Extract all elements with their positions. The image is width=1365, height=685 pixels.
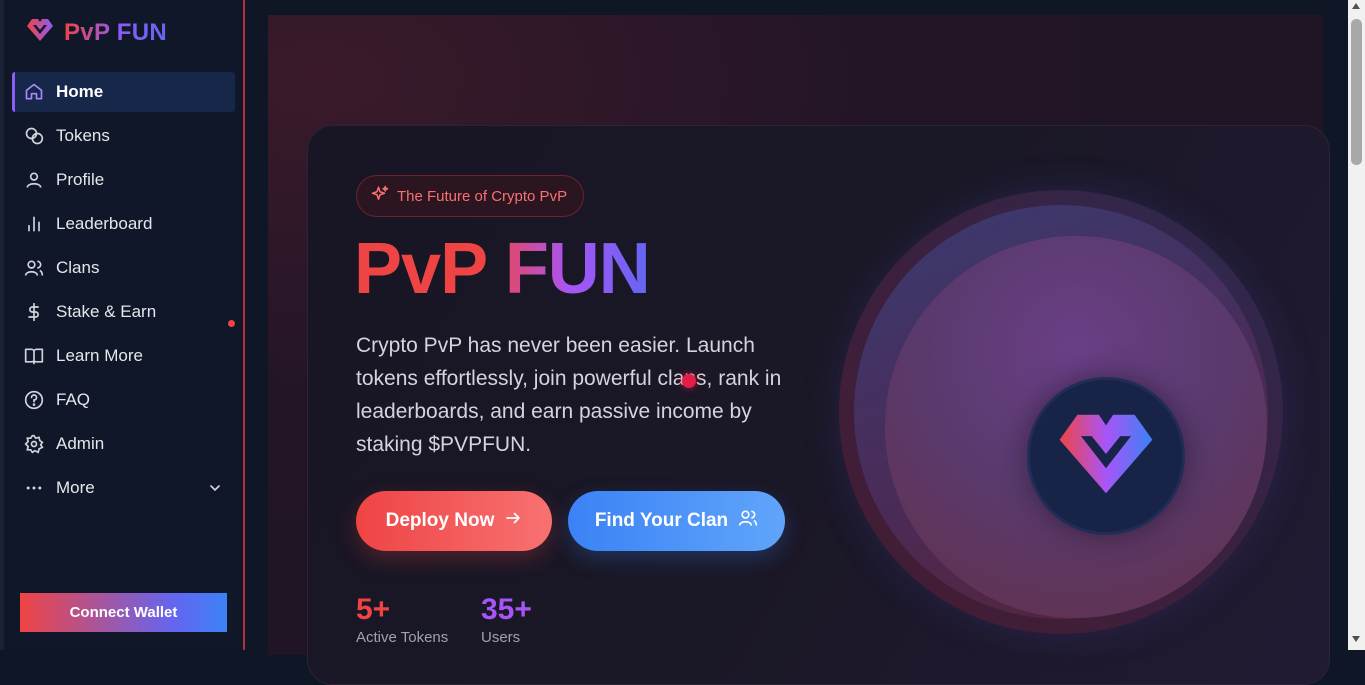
sidebar-item-label: Learn More <box>56 346 143 365</box>
chevron-down-icon[interactable] <box>207 480 223 501</box>
home-icon <box>24 82 44 102</box>
tagline-text: The Future of Crypto PvP <box>397 187 568 205</box>
sidebar-item-label: Home <box>56 82 104 101</box>
brand-name: PvP FUN <box>64 18 168 46</box>
sidebar-item-label: Leaderboard <box>56 214 153 233</box>
sidebar-item-label: Stake & Earn <box>56 302 157 321</box>
stat-users: 35+ Users <box>481 593 532 646</box>
scrollbar[interactable] <box>1348 0 1365 650</box>
main-content: The Future of Crypto PvP PvP FUN Crypto … <box>245 0 1348 685</box>
hero-title-part1: PvP <box>354 229 487 309</box>
sidebar-item-label: More <box>56 478 95 497</box>
pvp-heart-logo-icon <box>1041 404 1171 509</box>
sidebar-nav: Home Tokens Profile Leaderboard Clans St… <box>12 72 235 512</box>
dollar-icon <box>24 302 44 322</box>
scroll-down-arrow-icon[interactable] <box>1352 636 1360 642</box>
deploy-now-button[interactable]: Deploy Now <box>356 491 552 551</box>
stat-value: 5+ <box>356 593 391 626</box>
gear-icon <box>24 434 44 454</box>
hero-graphic-inner <box>885 236 1267 618</box>
notification-dot <box>228 320 235 327</box>
hero-title: PvP FUN <box>354 228 651 310</box>
user-icon <box>24 170 44 190</box>
brand[interactable]: PvP FUN <box>24 16 167 49</box>
sidebar-item-faq[interactable]: FAQ <box>12 380 235 420</box>
users-icon <box>24 258 44 278</box>
sidebar-item-leaderboard[interactable]: Leaderboard <box>12 204 235 244</box>
scroll-up-arrow-icon[interactable] <box>1352 3 1360 9</box>
help-circle-icon <box>24 390 44 410</box>
sidebar: PvP FUN Home Tokens Profile Leaderboard <box>0 0 245 650</box>
sidebar-item-learn-more[interactable]: Learn More <box>12 336 235 376</box>
arrow-right-icon <box>504 509 522 533</box>
stat-label: Active Tokens <box>356 629 449 646</box>
bar-chart-icon <box>24 214 44 234</box>
stat-label: Users <box>481 629 521 646</box>
sidebar-item-home[interactable]: Home <box>12 72 235 112</box>
sidebar-item-more[interactable]: More <box>12 468 235 508</box>
sidebar-item-label: Admin <box>56 434 105 453</box>
hero-graphic-ring <box>854 205 1268 619</box>
find-clan-label: Find Your Clan <box>594 510 729 531</box>
pvp-heart-logo-icon <box>24 16 56 49</box>
sidebar-item-profile[interactable]: Profile <box>12 160 235 200</box>
hero-logo-badge <box>1027 377 1185 535</box>
sidebar-item-label: Clans <box>56 258 100 277</box>
more-dots-icon <box>24 478 44 498</box>
hero-description: Crypto PvP has never been easier. Launch… <box>356 334 782 456</box>
scrollbar-thumb[interactable] <box>1351 19 1362 165</box>
deploy-now-label: Deploy Now <box>385 510 495 531</box>
stat-active-tokens: 5+ Active Tokens <box>356 593 448 646</box>
book-icon <box>24 346 44 366</box>
hero-section: The Future of Crypto PvP PvP FUN Crypto … <box>268 15 1330 685</box>
connect-wallet-button[interactable]: Connect Wallet <box>20 593 227 632</box>
users-icon <box>738 508 758 534</box>
tagline-pill: The Future of Crypto PvP <box>356 175 585 217</box>
hero-graphic <box>839 190 1283 634</box>
stat-value: 35+ <box>481 593 532 626</box>
sidebar-item-label: Tokens <box>56 126 110 145</box>
coins-icon <box>24 126 44 146</box>
hero-card: The Future of Crypto PvP PvP FUN Crypto … <box>307 125 1330 685</box>
cursor-indicator <box>682 374 696 388</box>
sidebar-item-stake-earn[interactable]: Stake & Earn <box>12 292 235 332</box>
sidebar-item-label: FAQ <box>56 390 91 409</box>
sidebar-item-clans[interactable]: Clans <box>12 248 235 288</box>
sidebar-item-label: Profile <box>56 170 105 189</box>
hero-title-part2: FUN <box>504 229 651 309</box>
find-clan-button[interactable]: Find Your Clan <box>568 491 785 551</box>
sparkles-icon <box>371 185 389 207</box>
sidebar-item-admin[interactable]: Admin <box>12 424 235 464</box>
sidebar-item-tokens[interactable]: Tokens <box>12 116 235 156</box>
